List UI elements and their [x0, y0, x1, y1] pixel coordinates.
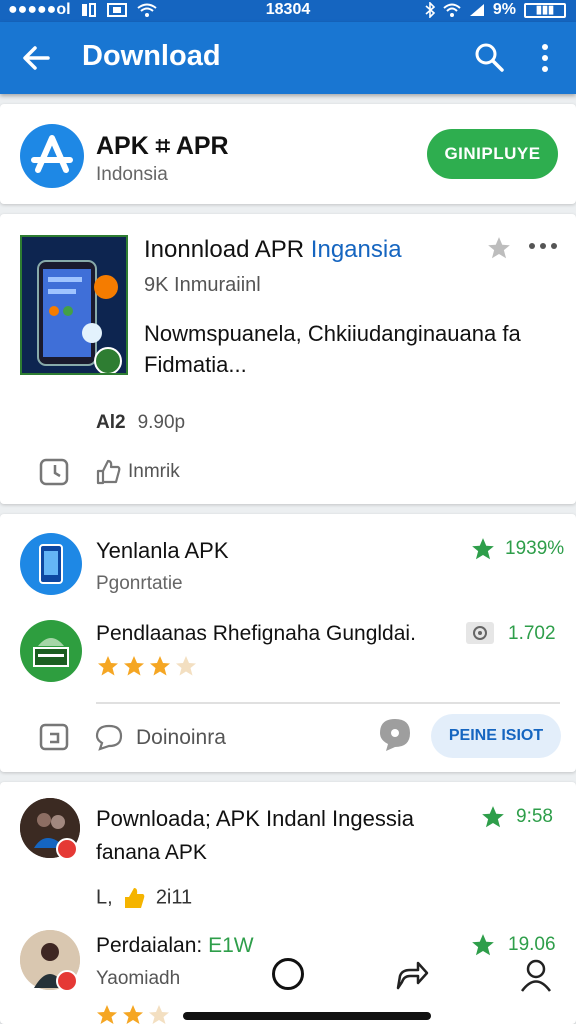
battery-icon: ▮▮▮: [524, 2, 566, 18]
app-store-logo-icon: [20, 124, 84, 188]
post-title-main: Inonnload APR: [144, 236, 311, 263]
post-title-accent: Ingansia: [310, 236, 402, 263]
list2-item-1-meta-prefix: L,: [96, 886, 113, 909]
status-right: 9% ▮▮▮: [425, 1, 566, 19]
list-item-2-rating: 1.702: [508, 623, 556, 644]
continue-button[interactable]: GINIPLUYE: [427, 129, 558, 179]
list-item-2-name[interactable]: Pendlaanas Rhefignaha Gungldai.: [96, 622, 416, 646]
app-bar: Download: [0, 22, 576, 94]
list-item-1-rating: 1939%: [505, 538, 565, 559]
cell-signal-icon: [469, 4, 484, 16]
profile-icon[interactable]: [520, 958, 552, 992]
featured-app-subtitle: Indonsia: [96, 164, 168, 185]
wifi-small-icon: [443, 3, 461, 17]
post-title[interactable]: Inonnload APR Ingansia: [144, 236, 402, 264]
app-list-card: Yenlanla APK Pgonrtatie 1939% Pendlaanas…: [0, 514, 576, 772]
notification-badge-icon: [56, 838, 78, 860]
page-title: Download: [82, 40, 221, 72]
post-card: Inonnload APR Ingansia 9K Inmuraiinl Now…: [0, 214, 576, 504]
phone-thumbnail-icon[interactable]: [20, 235, 128, 375]
star-rating: [98, 656, 196, 676]
list2-item-1-meta-value: 2i11: [155, 886, 193, 909]
comment-icon[interactable]: [94, 722, 124, 752]
list2-item-1-line2: fanana APK: [96, 841, 207, 864]
list2-item-2-name-prefix: Perdaialan:: [96, 934, 209, 957]
divider: [96, 702, 560, 704]
list-action-label[interactable]: Doinoinra: [136, 726, 226, 750]
timer-icon[interactable]: [38, 456, 72, 486]
like-icon[interactable]: [94, 458, 122, 486]
list2-item-2-rating: 19.06: [508, 934, 556, 955]
bluetooth-icon: [425, 2, 435, 18]
rating-star-icon: [482, 806, 504, 828]
featured-app-name: APK ⌗ APR: [96, 132, 229, 160]
more-vert-icon[interactable]: [534, 40, 556, 76]
info-badge-icon: [466, 622, 494, 644]
back-arrow-icon[interactable]: [18, 40, 54, 76]
featured-app-card[interactable]: APK ⌗ APR Indonsia GINIPLUYE: [0, 104, 576, 204]
battery-percent: 9%: [492, 1, 516, 18]
status-bar: ●●●●●ol 18304 9% ▮▮▮: [0, 0, 576, 22]
list-item-1-subtitle: Pgonrtatie: [96, 573, 183, 594]
post-meta: Al2 9.90p: [96, 412, 185, 434]
post-description: Nowmspuanela, Chkiiudanginauana fa Fidma…: [144, 321, 521, 377]
home-circle-icon[interactable]: [272, 958, 304, 990]
notification-badge-icon: [56, 970, 78, 992]
post-meta-value: 9.90p: [137, 412, 186, 433]
more-horiz-icon[interactable]: [528, 240, 558, 252]
list2-item-1-meta: L, 2i11: [96, 886, 192, 910]
star-rating: [97, 1005, 169, 1024]
list2-item-2-name[interactable]: Perdaialan: E1W: [96, 934, 254, 958]
post-meta-label: Al2: [96, 412, 126, 433]
post-action-label[interactable]: Inmrik: [128, 461, 180, 483]
chat-bubble-icon[interactable]: [378, 717, 412, 753]
post-subtitle: 9K Inmuraiinl: [144, 274, 261, 296]
share-box-icon[interactable]: [38, 720, 72, 752]
cash-app-icon[interactable]: [20, 620, 82, 682]
list2-item-2-subtitle: Yaomiadh: [96, 968, 181, 989]
rating-star-icon: [472, 934, 494, 956]
list2-item-2-name-accent: E1W: [208, 934, 254, 957]
favorite-star-icon[interactable]: [486, 235, 512, 261]
share-arrow-icon[interactable]: [394, 958, 430, 992]
print-button[interactable]: PEINE ISIOT: [431, 714, 561, 758]
search-icon[interactable]: [472, 40, 506, 74]
phone-app-icon[interactable]: [20, 533, 82, 595]
list2-item-1-name[interactable]: Pownloada; APK Indanl Ingessia: [96, 806, 414, 832]
home-indicator[interactable]: [183, 1012, 431, 1020]
list2-item-1-rating: 9:58: [516, 806, 553, 827]
rating-star-icon: [472, 538, 494, 560]
thumbs-up-icon: [125, 888, 145, 908]
list-item-1-name[interactable]: Yenlanla APK: [96, 538, 229, 564]
